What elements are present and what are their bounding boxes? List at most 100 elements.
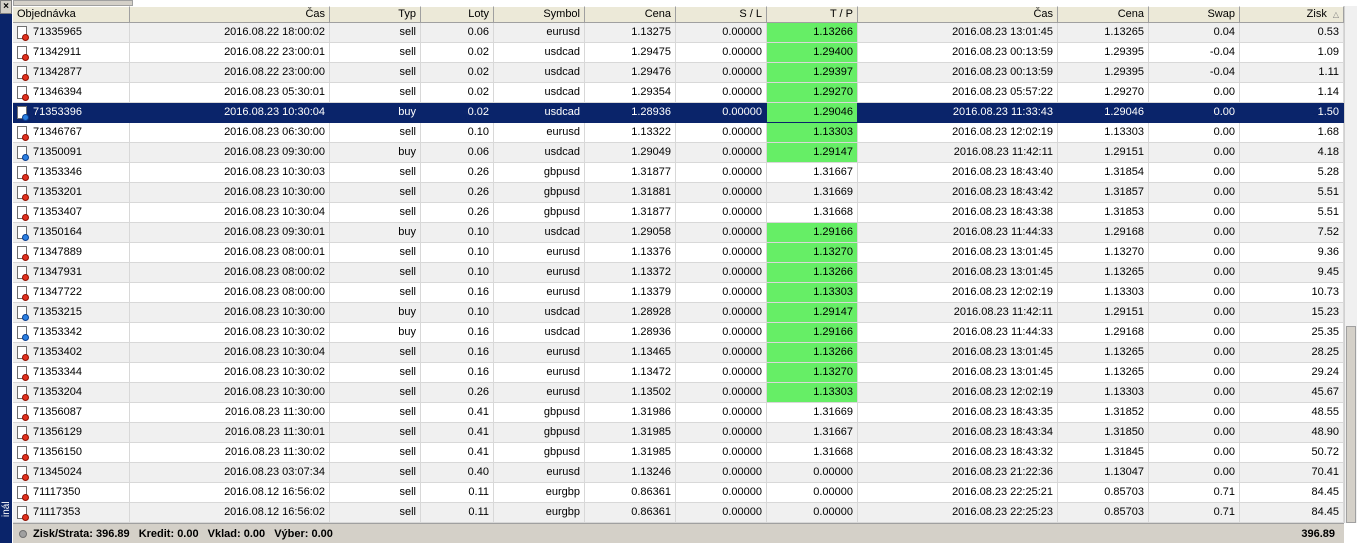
tp-cell: 0.00000 bbox=[767, 463, 858, 483]
sell-order-icon bbox=[17, 386, 29, 401]
column-header-lots[interactable]: Loty bbox=[421, 6, 494, 23]
order-type-dot-icon bbox=[22, 494, 29, 501]
withdrawal-summary: Výber: 0.00 bbox=[274, 527, 333, 540]
close-time-cell: 2016.08.23 12:02:19 bbox=[858, 283, 1058, 303]
table-row[interactable]: 71347722 2016.08.23 08:00:00 sell 0.16 eurus… bbox=[13, 283, 1344, 303]
column-header-tp[interactable]: T / P bbox=[767, 6, 858, 23]
symbol-cell: gbpusd bbox=[494, 443, 585, 463]
table-row[interactable]: 71353215 2016.08.23 10:30:00 buy 0.10 usdcad… bbox=[13, 303, 1344, 323]
sell-order-icon bbox=[17, 246, 29, 261]
column-header-order[interactable]: Objednávka bbox=[13, 6, 130, 23]
table-row[interactable]: 71353402 2016.08.23 10:30:04 sell 0.16 eurus… bbox=[13, 343, 1344, 363]
type-cell: buy bbox=[330, 103, 421, 123]
order-type-dot-icon bbox=[22, 474, 29, 481]
lots-cell: 0.41 bbox=[421, 443, 494, 463]
table-row[interactable]: 71346767 2016.08.23 06:30:00 sell 0.10 eurus… bbox=[13, 123, 1344, 143]
buy-order-icon bbox=[17, 306, 29, 321]
tp-cell: 1.29166 bbox=[767, 223, 858, 243]
profit-cell: 28.25 bbox=[1240, 343, 1344, 363]
close-time-cell: 2016.08.23 18:43:32 bbox=[858, 443, 1058, 463]
table-row[interactable]: 71356129 2016.08.23 11:30:01 sell 0.41 gbpus… bbox=[13, 423, 1344, 443]
sl-cell: 0.00000 bbox=[676, 103, 767, 123]
tp-cell: 1.13266 bbox=[767, 23, 858, 43]
swap-cell: 0.00 bbox=[1149, 263, 1240, 283]
column-header-type[interactable]: Typ bbox=[330, 6, 421, 23]
order-type-dot-icon bbox=[22, 94, 29, 101]
profit-cell: 5.51 bbox=[1240, 183, 1344, 203]
sell-order-icon bbox=[17, 406, 29, 421]
table-row[interactable]: 71353346 2016.08.23 10:30:03 sell 0.26 gbpus… bbox=[13, 163, 1344, 183]
table-row[interactable]: 71356087 2016.08.23 11:30:00 sell 0.41 gbpus… bbox=[13, 403, 1344, 423]
column-header-swap[interactable]: Swap bbox=[1149, 6, 1240, 23]
column-header-profit[interactable]: Zisk △ bbox=[1240, 6, 1344, 23]
sl-cell: 0.00000 bbox=[676, 263, 767, 283]
open-price-cell: 1.31881 bbox=[585, 183, 676, 203]
order-type-dot-icon bbox=[22, 414, 29, 421]
table-row[interactable]: 71353407 2016.08.23 10:30:04 sell 0.26 gbpus… bbox=[13, 203, 1344, 223]
close-time-cell: 2016.08.23 18:43:34 bbox=[858, 423, 1058, 443]
symbol-cell: eurusd bbox=[494, 343, 585, 363]
table-row[interactable]: 71346394 2016.08.23 05:30:01 sell 0.02 usdca… bbox=[13, 83, 1344, 103]
column-header-symbol[interactable]: Symbol bbox=[494, 6, 585, 23]
table-row[interactable]: 71356150 2016.08.23 11:30:02 sell 0.41 gbpus… bbox=[13, 443, 1344, 463]
scrollbar-thumb[interactable] bbox=[1346, 326, 1356, 523]
symbol-cell: eurusd bbox=[494, 283, 585, 303]
table-row[interactable]: 71353342 2016.08.23 10:30:02 buy 0.16 usdcad… bbox=[13, 323, 1344, 343]
order-cell: 71346767 bbox=[13, 123, 130, 143]
sell-order-icon bbox=[17, 166, 29, 181]
sell-order-icon bbox=[17, 346, 29, 361]
column-header-open-price[interactable]: Cena bbox=[585, 6, 676, 23]
sell-order-icon bbox=[17, 446, 29, 461]
sl-cell: 0.00000 bbox=[676, 383, 767, 403]
profit-cell: 5.51 bbox=[1240, 203, 1344, 223]
tp-cell: 1.31667 bbox=[767, 423, 858, 443]
close-time-cell: 2016.08.23 18:43:42 bbox=[858, 183, 1058, 203]
close-icon[interactable]: × bbox=[0, 0, 12, 14]
table-row[interactable]: 71353396 2016.08.23 10:30:04 buy 0.02 usdcad… bbox=[13, 103, 1344, 123]
table-row[interactable]: 71335965 2016.08.22 18:00:02 sell 0.06 eurus… bbox=[13, 23, 1344, 43]
lots-cell: 0.16 bbox=[421, 343, 494, 363]
close-price-cell: 1.13303 bbox=[1058, 123, 1149, 143]
table-row[interactable]: 71345024 2016.08.23 03:07:34 sell 0.40 eurus… bbox=[13, 463, 1344, 483]
swap-cell: -0.04 bbox=[1149, 63, 1240, 83]
close-price-cell: 1.29046 bbox=[1058, 103, 1149, 123]
column-header-close-time[interactable]: Čas bbox=[858, 6, 1058, 23]
close-price-cell: 1.29395 bbox=[1058, 63, 1149, 83]
table-row[interactable]: 71353204 2016.08.23 10:30:00 sell 0.26 eurus… bbox=[13, 383, 1344, 403]
lots-cell: 0.10 bbox=[421, 303, 494, 323]
column-header-sl[interactable]: S / L bbox=[676, 6, 767, 23]
sl-cell: 0.00000 bbox=[676, 63, 767, 83]
swap-cell: 0.00 bbox=[1149, 83, 1240, 103]
column-header-close-price[interactable]: Cena bbox=[1058, 6, 1149, 23]
table-row[interactable]: 71117350 2016.08.12 16:56:02 sell 0.11 eurgb… bbox=[13, 483, 1344, 503]
order-cell: 71346394 bbox=[13, 83, 130, 103]
symbol-cell: eurusd bbox=[494, 123, 585, 143]
sl-cell: 0.00000 bbox=[676, 163, 767, 183]
table-row[interactable]: 71350164 2016.08.23 09:30:01 buy 0.10 usdcad… bbox=[13, 223, 1344, 243]
table-row[interactable]: 71342911 2016.08.22 23:00:01 sell 0.02 usdca… bbox=[13, 43, 1344, 63]
table-row[interactable]: 71350091 2016.08.23 09:30:00 buy 0.06 usdcad… bbox=[13, 143, 1344, 163]
order-cell: 71335965 bbox=[13, 23, 130, 43]
order-number: 71350091 bbox=[33, 146, 82, 158]
swap-cell: 0.71 bbox=[1149, 503, 1240, 523]
order-number: 71353407 bbox=[33, 206, 82, 218]
open-price-cell: 1.31985 bbox=[585, 423, 676, 443]
column-header-open-time[interactable]: Čas bbox=[130, 6, 330, 23]
table-row[interactable]: 71347889 2016.08.23 08:00:01 sell 0.10 eurus… bbox=[13, 243, 1344, 263]
open-price-cell: 1.13376 bbox=[585, 243, 676, 263]
vertical-scrollbar[interactable] bbox=[1344, 6, 1357, 523]
table-row[interactable]: 71117353 2016.08.12 16:56:02 sell 0.11 eurgb… bbox=[13, 503, 1344, 523]
type-cell: buy bbox=[330, 323, 421, 343]
swap-cell: 0.71 bbox=[1149, 483, 1240, 503]
table-row[interactable]: 71353201 2016.08.23 10:30:00 sell 0.26 gbpus… bbox=[13, 183, 1344, 203]
table-row[interactable]: 71347931 2016.08.23 08:00:02 sell 0.10 eurus… bbox=[13, 263, 1344, 283]
lots-cell: 0.06 bbox=[421, 143, 494, 163]
table-row[interactable]: 71353344 2016.08.23 10:30:02 sell 0.16 eurus… bbox=[13, 363, 1344, 383]
order-number: 71356129 bbox=[33, 426, 82, 438]
buy-order-icon bbox=[17, 326, 29, 341]
tp-cell: 1.13303 bbox=[767, 123, 858, 143]
lots-cell: 0.26 bbox=[421, 163, 494, 183]
table-row[interactable]: 71342877 2016.08.22 23:00:00 sell 0.02 usdca… bbox=[13, 63, 1344, 83]
symbol-cell: eurusd bbox=[494, 383, 585, 403]
open-time-cell: 2016.08.23 10:30:04 bbox=[130, 103, 330, 123]
